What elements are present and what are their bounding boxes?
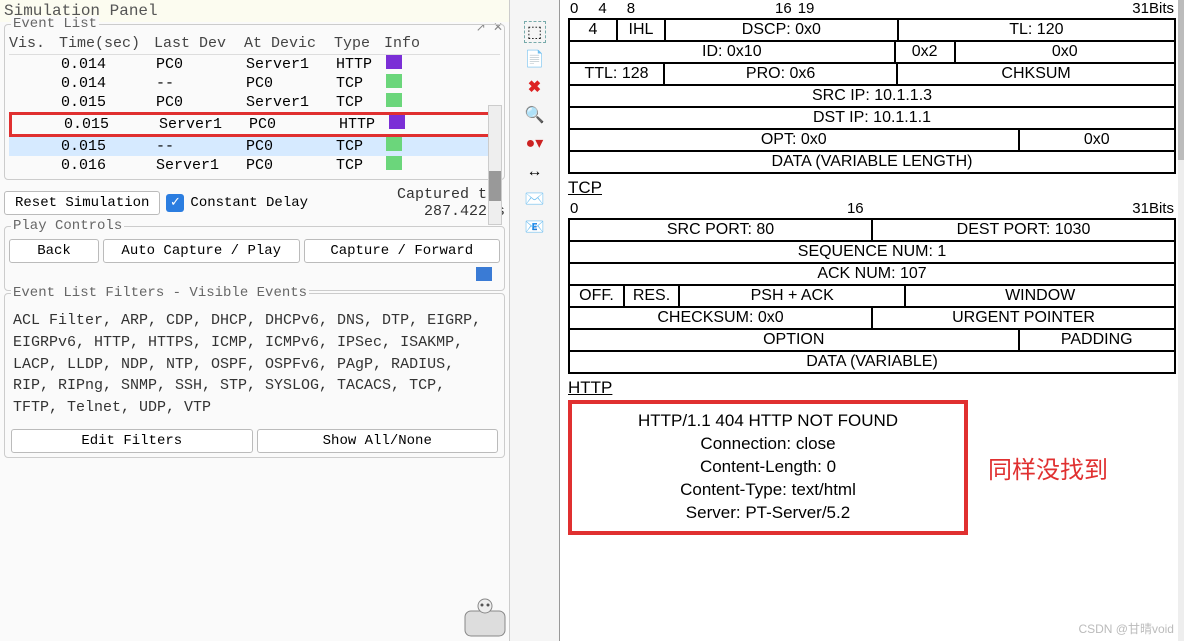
event-row[interactable]: 0.014PC0Server1HTTP [9,55,500,74]
auto-capture-button[interactable]: Auto Capture / Play [103,239,300,263]
col-type: Type [334,35,384,52]
ip-header-table: 4IHLDSCP: 0x0TL: 120 ID: 0x100x20x0 TTL:… [568,18,1176,174]
http-header-content-length: Content-Length: 0 [582,456,954,479]
event-list-header: Vis. Time(sec) Last Dev At Devic Type In… [9,35,500,55]
col-at: At Devic [244,35,334,52]
tcp-header-table: SRC PORT: 80DEST PORT: 1030 SEQUENCE NUM… [568,218,1176,374]
http-header-content-type: Content-Type: text/html [582,479,954,502]
note-icon[interactable]: 📄 [524,49,546,71]
select-icon[interactable]: ⬚ [524,21,546,43]
record-icon[interactable]: ●▾ [524,133,546,155]
filters-title: Event List Filters - Visible Events [11,285,309,301]
event-row[interactable]: 0.015PC0Server1TCP [9,93,500,112]
col-time: Time(sec) [59,35,154,52]
right-scrollbar[interactable] [1178,0,1184,641]
edit-filters-button[interactable]: Edit Filters [11,429,253,453]
filters-list: ACL Filter, ARP, CDP, DHCP, DHCPv6, DNS,… [9,306,500,423]
tcp-bits-ruler: 01631Bits [568,200,1176,218]
reset-sim-button[interactable]: Reset Simulation [4,191,160,215]
http-header-server: Server: PT-Server/5.2 [582,502,954,525]
delete-icon[interactable]: ✖ [524,77,546,99]
event-list-title: Event List [11,16,99,32]
event-row[interactable]: 0.016Server1PC0TCP [9,156,500,175]
progress-indicator [476,267,492,281]
http-response-box: HTTP/1.1 404 HTTP NOT FOUND Connection: … [568,400,968,535]
capture-fwd-button[interactable]: Capture / Forward [304,239,501,263]
device-icon[interactable] [460,596,510,641]
event-row[interactable]: 0.015--PC0TCP [9,137,500,156]
annotation-text: 同样没找到 [988,450,1108,485]
back-button[interactable]: Back [9,239,99,263]
constant-delay-label: Constant Delay [190,195,308,211]
resize-icon[interactable]: ↔ [524,161,546,183]
mail-closed-icon[interactable]: 📧 [524,217,546,239]
event-scrollbar[interactable] [488,105,502,225]
mail-open-icon[interactable]: ✉️ [524,189,546,211]
http-header-connection: Connection: close [582,433,954,456]
constant-delay-checkbox[interactable]: ✓ [166,194,184,212]
http-section-title: HTTP [568,378,1176,398]
col-info: Info [384,35,429,52]
event-row[interactable]: 0.014--PC0TCP [9,74,500,93]
col-vis: Vis. [9,35,59,52]
watermark: CSDN @甘晴void [1078,620,1174,637]
ip-bits-ruler: 048161931Bits [568,0,1176,18]
show-all-none-button[interactable]: Show All/None [257,429,499,453]
tcp-section-title: TCP [568,178,1176,198]
play-controls-title: Play Controls [11,218,124,234]
col-last: Last Dev [154,35,244,52]
http-status-line: HTTP/1.1 404 HTTP NOT FOUND [582,410,954,433]
zoom-icon[interactable]: 🔍 [524,105,546,127]
event-row[interactable]: 0.015Server1PC0HTTP [9,112,500,137]
